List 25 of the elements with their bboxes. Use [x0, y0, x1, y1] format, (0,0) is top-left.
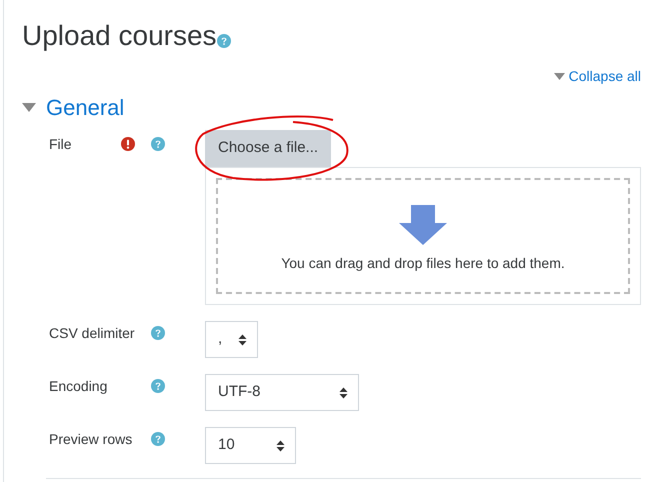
dropzone[interactable]: You can drag and drop files here to add them.	[205, 167, 641, 305]
down-arrow-icon	[399, 204, 447, 244]
select-field[interactable]: 10	[205, 427, 296, 464]
caret-icon	[554, 73, 565, 80]
field-label: File	[49, 135, 73, 154]
help-icon[interactable]	[151, 326, 165, 340]
help-icon[interactable]	[151, 137, 165, 151]
select-field[interactable]: ,	[205, 321, 258, 358]
page-title: Upload courses	[22, 22, 217, 50]
help-icon[interactable]	[151, 379, 165, 393]
help-icon[interactable]	[151, 432, 165, 446]
help-icon[interactable]	[216, 34, 231, 48]
collapse-all-link[interactable]: Collapse all	[554, 66, 641, 87]
dropzone-text: You can drag and drop files here to add them.	[281, 254, 565, 273]
required-icon	[121, 137, 135, 151]
section-title[interactable]: General	[46, 91, 124, 124]
caret-icon[interactable]	[22, 103, 36, 112]
sort-arrows-icon	[276, 440, 285, 452]
field-label: CSV delimiter	[49, 324, 136, 343]
sort-arrows-icon	[238, 334, 247, 346]
field-label: Preview rows	[49, 430, 134, 449]
choose-file-button[interactable]: Choose a file...	[205, 130, 332, 167]
sort-arrows-icon	[339, 386, 348, 398]
field-label: Encoding	[49, 377, 108, 396]
select-field[interactable]: UTF-8	[205, 374, 359, 411]
